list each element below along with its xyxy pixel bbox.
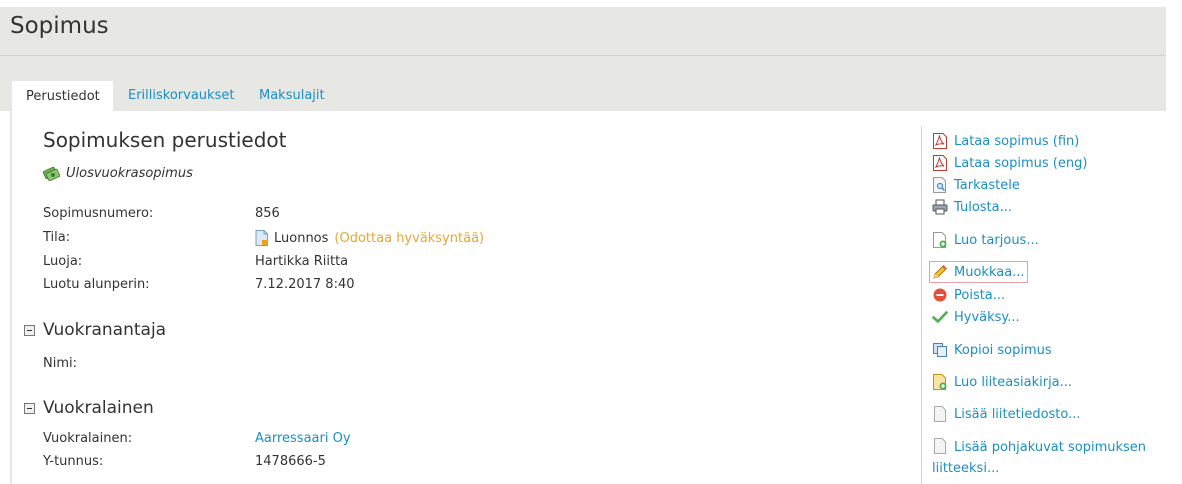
lessor-name-label: Nimi: <box>43 356 77 371</box>
money-icon <box>43 166 60 181</box>
document-add-icon <box>932 232 948 248</box>
delete-action[interactable]: Poista... <box>932 287 1005 303</box>
section-title: Sopimuksen perustiedot <box>43 128 287 152</box>
contract-type: Ulosvuokrasopimus <box>43 166 193 181</box>
create-attachment-doc-action[interactable]: Luo liiteasiakirja... <box>932 374 1072 390</box>
lessee-title: Vuokralainen <box>43 398 154 418</box>
magnifier-document-icon <box>932 177 948 193</box>
lessee-label: Vuokralainen: <box>43 431 133 446</box>
create-attachment-doc-label: Luo liiteasiakirja... <box>954 374 1073 390</box>
creator-value: Hartikka Riitta <box>255 254 348 269</box>
download-fin-action[interactable]: Lataa sopimus (fin) <box>932 133 1079 149</box>
contract-type-label: Ulosvuokrasopimus <box>66 166 193 181</box>
lessee-link[interactable]: Aarressaari Oy <box>255 431 351 446</box>
page-header: Sopimus Perustiedot Erilliskorvaukset Ma… <box>0 7 1166 113</box>
printer-icon <box>932 199 948 215</box>
add-attachment-file-action[interactable]: Lisää liitetiedosto... <box>932 406 1081 422</box>
creator-label: Luoja: <box>43 254 83 269</box>
edit-action[interactable]: Muokkaa... <box>929 261 1028 283</box>
print-action[interactable]: Tulosta... <box>932 199 1012 215</box>
preview-action[interactable]: Tarkastele <box>932 177 1020 193</box>
pencil-icon <box>932 264 948 280</box>
document-add-icon <box>932 374 948 390</box>
delete-label: Poista... <box>954 287 1006 303</box>
business-id-value: 1478666-5 <box>255 454 326 469</box>
created-label: Luotu alunperin: <box>43 277 150 292</box>
copy-label: Kopioi sopimus <box>954 342 1052 358</box>
status-note: (Odottaa hyväksyntää) <box>334 230 485 246</box>
copy-icon <box>932 342 948 358</box>
tab-erilliskorvaukset[interactable]: Erilliskorvaukset <box>128 80 234 111</box>
add-floor-plans-action[interactable]: Lisää pohjakuvat sopimuksen liitteeksi..… <box>932 437 1152 479</box>
number-label: Sopimusnumero: <box>43 206 154 221</box>
lessee-section-header: Vuokralainen <box>24 398 154 418</box>
document-draft-icon <box>255 230 269 246</box>
tab-perustiedot[interactable]: Perustiedot <box>12 81 113 113</box>
page-title: Sopimus <box>10 13 109 39</box>
edit-label: Muokkaa... <box>954 264 1025 280</box>
created-value-text: 7.12.2017 8:40 <box>255 277 355 292</box>
print-label: Tulosta... <box>954 199 1013 215</box>
content-left-border <box>10 111 12 484</box>
page: Sopimus Perustiedot Erilliskorvaukset Ma… <box>0 0 1182 484</box>
create-offer-label: Luo tarjous... <box>954 232 1039 248</box>
lessee-value: Aarressaari Oy <box>255 431 351 446</box>
number-value: 856 <box>255 206 280 221</box>
header-divider <box>0 55 1166 56</box>
approve-action[interactable]: Hyväksy... <box>932 309 1020 325</box>
preview-label: Tarkastele <box>954 177 1020 193</box>
business-id-label: Y-tunnus: <box>43 454 104 469</box>
copy-action[interactable]: Kopioi sopimus <box>932 342 1052 358</box>
tab-maksulajit[interactable]: Maksulajit <box>259 80 325 111</box>
creator-value-text: Hartikka Riitta <box>255 254 349 269</box>
add-attachment-file-label: Lisää liitetiedosto... <box>954 406 1081 422</box>
business-id-value-text: 1478666-5 <box>255 454 326 469</box>
collapse-toggle-icon[interactable] <box>24 402 35 414</box>
number-value-text: 856 <box>255 206 280 221</box>
add-floor-plans-label: Lisää pohjakuvat sopimuksen liitteeksi..… <box>932 440 1147 476</box>
created-value: 7.12.2017 8:40 <box>255 277 355 292</box>
blank-document-icon <box>932 406 948 422</box>
pdf-icon <box>932 133 948 149</box>
status-value: Luonnos (Odottaa hyväksyntää) <box>255 230 484 246</box>
download-fin-label: Lataa sopimus (fin) <box>954 133 1080 149</box>
pdf-icon <box>932 155 948 171</box>
create-offer-action[interactable]: Luo tarjous... <box>932 232 1039 248</box>
lessor-section-header: Vuokranantaja <box>24 320 166 340</box>
collapse-toggle-icon[interactable] <box>24 324 35 336</box>
minus-circle-icon <box>932 287 948 303</box>
lessor-title: Vuokranantaja <box>43 320 167 340</box>
status-label: Tila: <box>43 230 71 245</box>
blank-document-icon <box>932 438 948 454</box>
download-eng-action[interactable]: Lataa sopimus (eng) <box>932 155 1087 171</box>
approve-label: Hyväksy... <box>954 309 1020 325</box>
checkmark-icon <box>932 309 948 325</box>
actions-divider <box>921 126 922 484</box>
status-text: Luonnos <box>274 230 329 246</box>
download-eng-label: Lataa sopimus (eng) <box>954 155 1088 171</box>
